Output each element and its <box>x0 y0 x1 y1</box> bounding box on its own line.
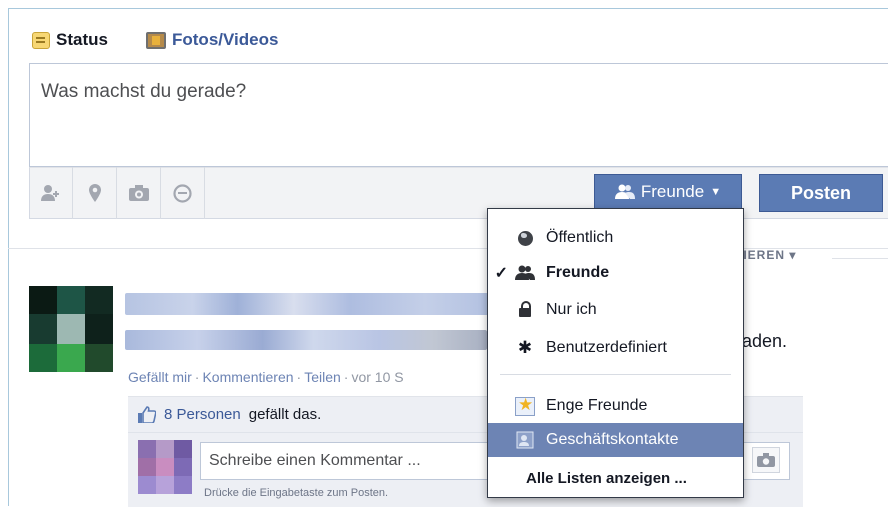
menu-item-all-lists[interactable]: Alle Listen anzeigen ... <box>488 461 743 495</box>
photo-icon <box>146 31 166 49</box>
camera-icon[interactable] <box>752 447 780 473</box>
thumbs-up-icon <box>138 405 156 423</box>
pixelated-post-text <box>125 330 487 350</box>
friends-icon <box>614 184 635 199</box>
frame-border <box>8 8 888 9</box>
menu-item-business-contacts[interactable]: Geschäftskontakte <box>488 423 743 457</box>
avatar[interactable] <box>29 286 113 372</box>
frame-border <box>8 8 9 506</box>
check-icon: ✓ <box>494 265 508 282</box>
separator-dot: · <box>343 369 349 385</box>
pixelated-author-text <box>125 293 500 315</box>
menu-item-label: Öffentlich <box>546 229 614 246</box>
menu-item-label: Alle Listen anzeigen ... <box>526 469 687 487</box>
post-timestamp[interactable]: vor 10 S <box>351 369 403 385</box>
tag-people-icon[interactable] <box>29 167 73 219</box>
tab-status-label: Status <box>56 30 108 49</box>
menu-item-only-me[interactable]: Nur ich <box>488 293 743 327</box>
status-placeholder: Was machst du gerade? <box>41 81 247 102</box>
menu-item-close-friends[interactable]: Enge Freunde <box>488 389 743 423</box>
comment-hint: Drücke die Eingabetaste zum Posten. <box>204 487 389 499</box>
menu-item-label: Enge Freunde <box>546 397 648 414</box>
menu-item-label: Nur ich <box>546 301 597 318</box>
chevron-down-icon: ▼ <box>710 185 722 198</box>
commenter-avatar <box>138 440 192 494</box>
location-icon[interactable] <box>73 167 117 219</box>
likes-summary: 8 Personen gefällt das. <box>138 405 321 423</box>
separator-dot: · <box>194 369 200 385</box>
globe-icon <box>514 230 536 246</box>
lock-icon <box>514 301 536 317</box>
friends-icon <box>514 265 536 281</box>
smiley-icon[interactable] <box>161 167 205 219</box>
sort-menu[interactable]: TIEREN ▾ <box>735 248 796 262</box>
separator-dot: · <box>296 369 302 385</box>
menu-item-friends[interactable]: ✓ Freunde <box>488 256 743 290</box>
gear-icon: ✱ <box>517 338 533 357</box>
audience-dropdown-menu: Öffentlich ✓ Freunde Nur ich ✱ Benutzerd… <box>487 208 744 498</box>
tab-status[interactable]: Status <box>32 27 108 53</box>
audience-label: Freunde <box>640 181 705 201</box>
post-button[interactable]: Posten <box>759 174 883 212</box>
star-list-icon <box>514 395 536 416</box>
audience-selector-button[interactable]: Freunde ▼ <box>594 174 742 209</box>
business-list-icon <box>514 431 536 449</box>
tab-photos-videos[interactable]: Fotos/Videos <box>146 27 278 53</box>
menu-item-custom[interactable]: ✱ Benutzerdefiniert <box>488 331 743 365</box>
menu-item-label: Benutzerdefiniert <box>546 339 667 356</box>
status-icon <box>32 31 50 49</box>
tab-photos-label: Fotos/Videos <box>172 30 279 49</box>
share-link[interactable]: Teilen <box>304 369 341 385</box>
comment-link[interactable]: Kommentieren <box>202 369 293 385</box>
menu-divider <box>500 374 731 375</box>
menu-item-label: Geschäftskontakte <box>546 431 679 448</box>
divider <box>832 258 888 259</box>
camera-icon[interactable] <box>117 167 161 219</box>
post-text-tail: aden. <box>742 331 788 351</box>
status-input[interactable]: Was machst du gerade? <box>29 63 888 167</box>
likes-suffix: gefällt das. <box>248 405 322 423</box>
menu-item-label: Freunde <box>546 264 610 281</box>
comment-placeholder: Schreibe einen Kommentar ... <box>209 452 421 469</box>
likes-count-link[interactable]: 8 Personen <box>164 406 241 423</box>
post-actions: Gefällt mir · Kommentieren · Teilen · vor 10 S <box>128 369 404 385</box>
menu-item-public[interactable]: Öffentlich <box>488 221 743 255</box>
like-link[interactable]: Gefällt mir <box>128 369 192 385</box>
